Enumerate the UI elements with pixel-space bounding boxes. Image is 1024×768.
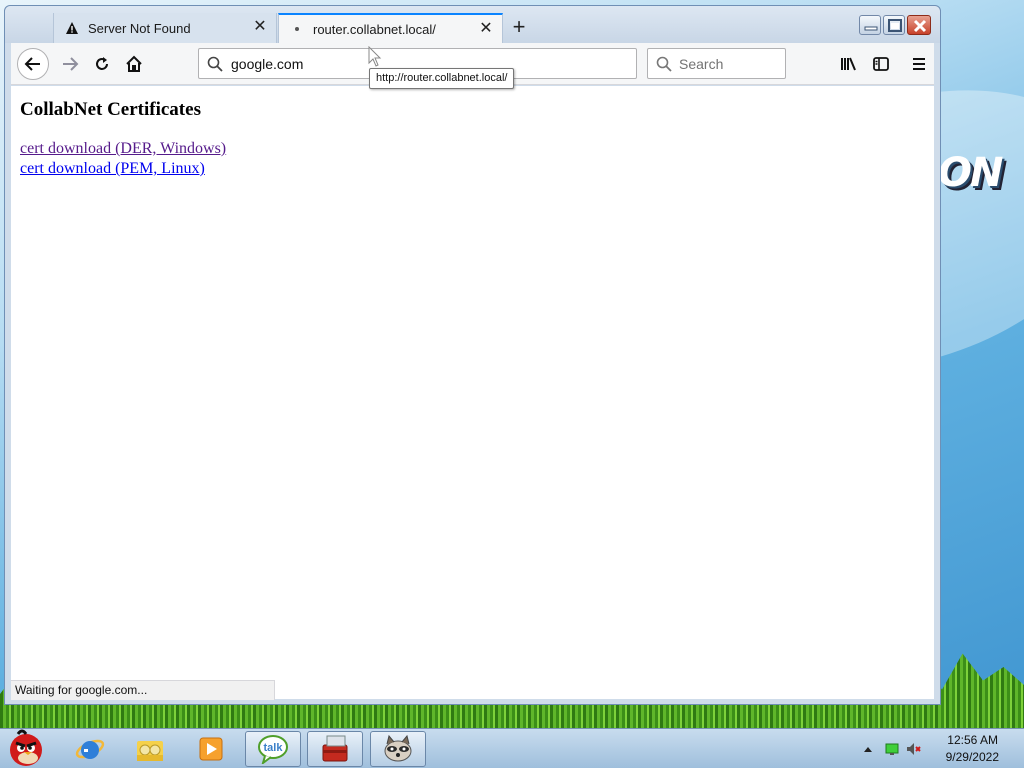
close-tab-icon[interactable]: ✕ — [478, 21, 494, 37]
link-tooltip: http://router.collabnet.local/ — [369, 68, 515, 89]
page-content: CollabNet Certificates cert download (DE… — [11, 86, 934, 699]
mouse-cursor-icon — [368, 46, 382, 67]
minimize-button[interactable] — [859, 15, 881, 35]
home-icon — [126, 55, 142, 72]
tab-title: Server Not Found — [88, 20, 191, 36]
raccoon-app-icon — [384, 734, 412, 762]
reload-button[interactable] — [87, 49, 117, 79]
loading-dot-icon — [289, 21, 305, 37]
close-window-button[interactable] — [907, 15, 931, 35]
internet-explorer-icon — [75, 739, 105, 759]
forward-button[interactable] — [55, 49, 85, 79]
clock-time[interactable]: 12:56 AM — [947, 733, 998, 747]
system-tray: 12:56 AM 9/29/2022 — [856, 729, 1024, 768]
tab-server-not-found[interactable]: Server Not Found ✕ — [53, 13, 277, 43]
internet-explorer-button[interactable] — [62, 731, 118, 767]
back-button[interactable] — [17, 48, 49, 80]
search-bar[interactable]: Search — [647, 48, 786, 79]
back-icon — [24, 57, 40, 71]
reload-icon — [96, 57, 108, 70]
close-icon — [913, 19, 927, 33]
wallpaper-logo-fragment: ON — [938, 150, 1003, 196]
angry-birds-start-icon — [10, 729, 42, 766]
maximize-button[interactable] — [883, 15, 905, 35]
close-tab-icon[interactable]: ✕ — [252, 19, 268, 35]
network-icon[interactable] — [884, 741, 900, 757]
cert-download-pem-link[interactable]: cert download (PEM, Linux) — [20, 160, 205, 178]
url-text: google.com — [231, 55, 304, 72]
folder-button[interactable] — [122, 731, 178, 767]
minimize-icon — [864, 26, 878, 31]
taskbar: talk 12:56 AM 9/29/2022 — [0, 728, 1024, 768]
media-player-button[interactable] — [183, 731, 239, 767]
toolbox-icon — [322, 735, 348, 762]
sidebar-button[interactable] — [866, 49, 896, 79]
start-button[interactable] — [2, 727, 50, 768]
status-bar: Waiting for google.com... — [11, 680, 275, 700]
show-hidden-icons-icon[interactable] — [860, 741, 876, 757]
volume-muted-icon[interactable] — [906, 741, 922, 757]
menu-button[interactable] — [904, 49, 934, 79]
google-talk-icon: talk — [258, 735, 288, 764]
cert-download-der-link[interactable]: cert download (DER, Windows) — [20, 140, 226, 158]
browser-window: Server Not Found ✕ router.collabnet.loca… — [4, 5, 941, 705]
media-player-icon — [199, 737, 223, 761]
tab-router-collabnet[interactable]: router.collabnet.local/ ✕ — [278, 13, 503, 43]
forward-icon — [63, 57, 79, 71]
folder-icon — [137, 741, 163, 761]
tab-title: router.collabnet.local/ — [313, 21, 436, 37]
sidebar-icon — [873, 57, 889, 71]
google-talk-button[interactable]: talk — [245, 731, 301, 767]
library-icon — [841, 57, 856, 71]
page-heading: CollabNet Certificates — [20, 99, 201, 120]
new-tab-button[interactable]: + — [507, 16, 531, 40]
clock-date[interactable]: 9/29/2022 — [946, 750, 999, 764]
home-button[interactable] — [119, 49, 149, 79]
search-icon — [656, 56, 672, 72]
search-placeholder: Search — [679, 55, 724, 72]
maximize-icon — [888, 19, 902, 32]
menu-icon — [913, 58, 925, 70]
talk-label: talk — [264, 742, 284, 754]
library-button[interactable] — [834, 49, 864, 79]
search-icon — [207, 56, 223, 72]
toolbox-button[interactable] — [307, 731, 363, 767]
tab-strip: Server Not Found ✕ router.collabnet.loca… — [5, 6, 940, 43]
raccoon-app-button[interactable] — [370, 731, 426, 767]
warning-icon — [64, 20, 80, 36]
